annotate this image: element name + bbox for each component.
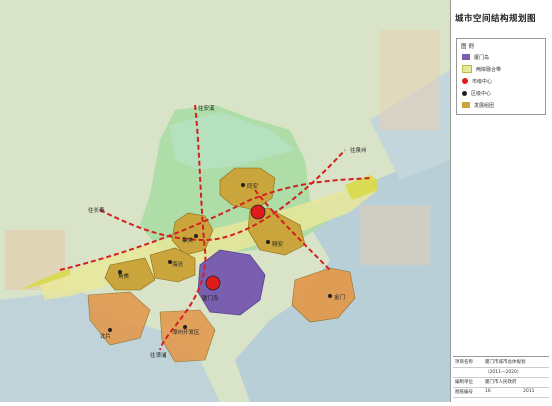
legend-label: 两岸融合带 [476, 66, 502, 73]
legend-swatch [462, 78, 468, 84]
legend-item: 区级中心 [462, 89, 491, 97]
legend-label: 市级中心 [472, 78, 493, 85]
label-haicang: 海沧 [172, 260, 184, 268]
label-xiamen-island: 厦门岛 [202, 294, 219, 302]
legend-swatch [462, 54, 470, 60]
label-kinmen: 金门 [334, 293, 345, 301]
label-zhangzhou-kfq: 漳州开发区 [172, 328, 200, 336]
label-tongan: 同安 [247, 182, 259, 190]
district-center-kfq [183, 325, 187, 329]
district-center-beipian [108, 328, 112, 332]
district-center-tongan [241, 183, 245, 187]
legend-item: 市级中心 [462, 77, 492, 85]
urban-area-northeast [380, 30, 440, 130]
info-row-drawing: 图纸编号 16 2011 [453, 387, 549, 398]
legend-swatch [462, 102, 470, 108]
title-block: 项目名称 厦门市城市总体规划 （2011—2020） 编制单位 厦门市人民政府 … [453, 356, 549, 401]
legend-swatch [462, 90, 467, 96]
label-jiaomei: 角美 [118, 272, 130, 280]
label-to-quanzhou: 往泉州 [350, 146, 367, 154]
city-center-tongan [250, 204, 266, 220]
label-to-changtai: 往长泰 [88, 206, 105, 214]
district-center-kinmen [328, 294, 332, 298]
city-center-island [205, 275, 221, 291]
city-structure-map: 厦门岛 集美 同安 翔安 海沧 角美 北片 漳州开发区 金门 往安溪 往泉州 往… [0, 0, 450, 402]
label-jimei: 集美 [182, 236, 194, 244]
legend-label: 区级中心 [471, 90, 492, 97]
label-to-anxi: 往安溪 [198, 104, 215, 112]
legend-item: 两岸融合带 [462, 65, 501, 73]
legend-panel: 城市空间结构规划图 图 例 厦门岛 两岸融合带 市级中心 区级中心 发展组团 项… [450, 0, 552, 402]
urban-area-east [360, 205, 430, 265]
legend-label: 发展组团 [474, 102, 495, 109]
legend-item: 发展组团 [462, 101, 494, 109]
map-canvas: 厦门岛 集美 同安 翔安 海沧 角美 北片 漳州开发区 金门 往安溪 往泉州 往… [0, 0, 450, 402]
legend-label: 厦门岛 [474, 54, 490, 61]
district-center-xiangan [266, 240, 270, 244]
label-to-zhangpu: 往漳浦 [150, 351, 167, 359]
legend-swatch [462, 65, 472, 73]
legend-heading: 图 例 [461, 44, 474, 50]
district-center-jimei [194, 234, 198, 238]
label-xiangan: 翔安 [272, 240, 284, 248]
label-beipian: 北片 [100, 332, 111, 340]
legend-item: 厦门岛 [462, 53, 489, 61]
map-title: 城市空间结构规划图 [455, 14, 537, 24]
legend-box: 图 例 厦门岛 两岸融合带 市级中心 区级中心 发展组团 [456, 38, 546, 115]
